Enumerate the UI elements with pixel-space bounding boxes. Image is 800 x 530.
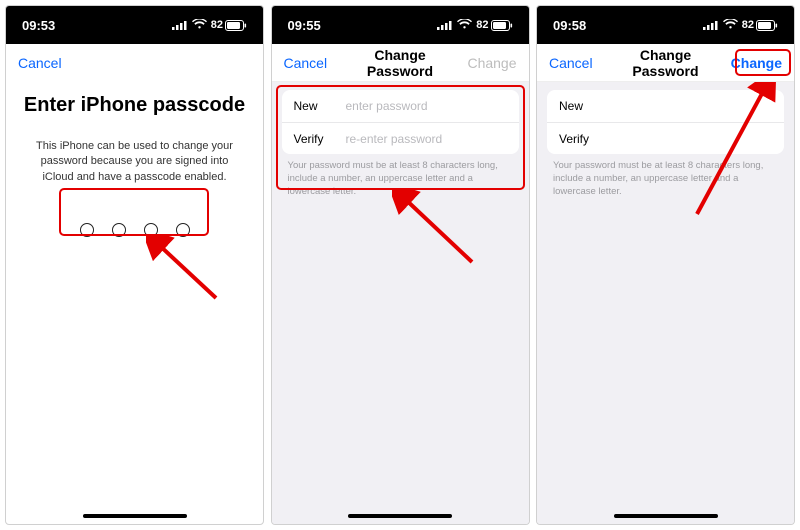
page-title: Enter iPhone passcode [22, 94, 247, 117]
nav-title: Change Password [344, 47, 457, 79]
change-button[interactable]: Change [722, 55, 782, 71]
passcode-dot [176, 223, 190, 237]
field-placeholder: enter password [346, 99, 428, 113]
nav-bar: Cancel Change Password Change [537, 44, 794, 82]
nav-title: Change Password [609, 47, 722, 79]
password-form: New enter password Verify re-enter passw… [282, 90, 519, 154]
password-hint: Your password must be at least 8 charact… [537, 154, 794, 198]
status-time: 09:58 [553, 18, 586, 33]
home-indicator[interactable] [348, 514, 452, 518]
field-label: Verify [294, 132, 346, 146]
screen-body: New enter password Verify re-enter passw… [272, 82, 529, 524]
signal-icon [172, 18, 188, 33]
password-form: New Verify [547, 90, 784, 154]
verify-password-field[interactable]: Verify re-enter password [282, 122, 519, 154]
battery-icon: 82 [211, 19, 247, 31]
wifi-icon [723, 18, 738, 33]
new-password-field[interactable]: New [547, 90, 784, 122]
nav-bar: Cancel [6, 44, 263, 82]
status-bar: 09:58 82 [537, 6, 794, 44]
screen-body: Cancel Enter iPhone passcode This iPhone… [6, 44, 263, 524]
password-hint: Your password must be at least 8 charact… [272, 154, 529, 198]
cancel-button[interactable]: Cancel [549, 55, 609, 71]
change-button-disabled: Change [457, 55, 517, 71]
wifi-icon [192, 18, 207, 33]
status-time: 09:55 [288, 18, 321, 33]
field-label: New [294, 99, 346, 113]
nav-bar: Cancel Change Password Change [272, 44, 529, 82]
wifi-icon [457, 18, 472, 33]
status-time: 09:53 [22, 18, 55, 33]
arrow-icon [392, 190, 482, 270]
screen-body: New Verify Your password must be at leas… [537, 82, 794, 524]
battery-icon: 82 [742, 19, 778, 31]
screen-passcode: 09:53 82 Cancel Enter iPhone passcode Th… [5, 5, 264, 525]
status-icons: 82 [172, 18, 247, 33]
home-indicator[interactable] [614, 514, 718, 518]
description-text: This iPhone can be used to change your p… [22, 139, 247, 185]
field-label: New [559, 99, 611, 113]
screen-change-password-ready: 09:58 82 Cancel Change Password Change N… [536, 5, 795, 525]
signal-icon [437, 18, 453, 33]
passcode-dot [112, 223, 126, 237]
screen-change-password-empty: 09:55 82 Cancel Change Password Change N… [271, 5, 530, 525]
passcode-dot [144, 223, 158, 237]
battery-icon: 82 [476, 19, 512, 31]
cancel-button[interactable]: Cancel [284, 55, 344, 71]
status-bar: 09:53 82 [6, 6, 263, 44]
status-bar: 09:55 82 [272, 6, 529, 44]
passcode-dot [80, 223, 94, 237]
home-indicator[interactable] [83, 514, 187, 518]
new-password-field[interactable]: New enter password [282, 90, 519, 122]
field-placeholder: re-enter password [346, 132, 443, 146]
signal-icon [703, 18, 719, 33]
field-label: Verify [559, 132, 611, 146]
status-icons: 82 [437, 18, 512, 33]
cancel-button[interactable]: Cancel [18, 55, 78, 71]
status-icons: 82 [703, 18, 778, 33]
verify-password-field[interactable]: Verify [547, 122, 784, 154]
passcode-input[interactable] [22, 213, 247, 247]
